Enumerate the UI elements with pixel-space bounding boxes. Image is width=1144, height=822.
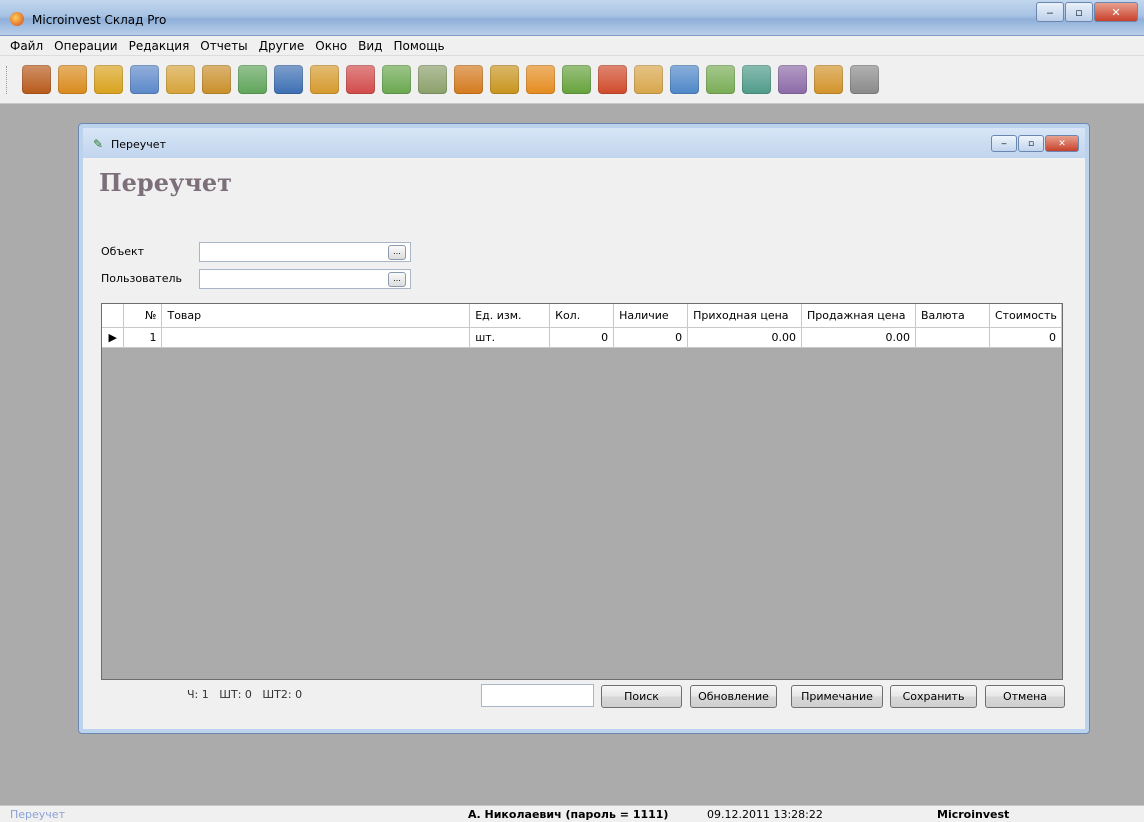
menu-reports[interactable]: Отчеты bbox=[200, 39, 247, 53]
scroll-icon[interactable] bbox=[418, 65, 447, 94]
child-maximize-button[interactable]: ▫ bbox=[1018, 135, 1044, 152]
close-button[interactable]: ✕ bbox=[1094, 2, 1138, 22]
box-in-icon[interactable] bbox=[94, 65, 123, 94]
minimize-button[interactable]: ‒ bbox=[1036, 2, 1064, 22]
menu-file[interactable]: Файл bbox=[10, 39, 43, 53]
package-icon[interactable] bbox=[310, 65, 339, 94]
cell-unit[interactable]: шт. bbox=[469, 327, 551, 348]
cell-cost[interactable]: 0 bbox=[989, 327, 1063, 348]
cancel-button[interactable]: Отмена bbox=[985, 685, 1065, 708]
settings-gear-icon[interactable] bbox=[850, 65, 879, 94]
maximize-button[interactable]: ▫ bbox=[1065, 2, 1093, 22]
cell-availability[interactable]: 0 bbox=[613, 327, 689, 348]
status-user: А. Николаевич (пароль = 1111) bbox=[468, 808, 669, 821]
cell-number[interactable]: 1 bbox=[123, 327, 163, 348]
menu-help[interactable]: Помощь bbox=[393, 39, 444, 53]
col-sale-price[interactable]: Продажная цена bbox=[801, 304, 916, 328]
production-star-icon[interactable] bbox=[130, 65, 159, 94]
window-broom-icon: ✎ bbox=[93, 137, 104, 151]
col-qty[interactable]: Кол. bbox=[549, 304, 615, 328]
note-button[interactable]: Примечание bbox=[791, 685, 883, 708]
object-input[interactable] bbox=[199, 242, 411, 262]
menu-bar: Файл Операции Редакция Отчеты Другие Окн… bbox=[0, 36, 1144, 56]
doc-edit-icon[interactable] bbox=[670, 65, 699, 94]
cell-sale-price[interactable]: 0.00 bbox=[801, 327, 916, 348]
cell-item[interactable] bbox=[161, 327, 471, 348]
col-unit[interactable]: Ед. изм. bbox=[469, 304, 551, 328]
doc-check-icon[interactable] bbox=[706, 65, 735, 94]
app-logo-icon bbox=[10, 12, 24, 26]
toolbar-grip[interactable] bbox=[6, 66, 9, 94]
app-title: Microinvest Склад Pro bbox=[32, 13, 167, 27]
keys-icon[interactable] bbox=[346, 65, 375, 94]
status-module: Переучет bbox=[10, 808, 65, 821]
app-title-bar: Microinvest Склад Pro ‒ ▫ ✕ bbox=[0, 0, 1144, 36]
inventory-window-titlebar[interactable]: ✎ Переучет ‒ ▫ ✕ bbox=[83, 128, 1085, 158]
cell-purchase-price[interactable]: 0.00 bbox=[687, 327, 803, 348]
child-close-button[interactable]: ✕ bbox=[1045, 135, 1079, 152]
menu-other[interactable]: Другие bbox=[259, 39, 305, 53]
user-label: Пользователь bbox=[101, 272, 183, 285]
doc-red-icon[interactable] bbox=[598, 65, 627, 94]
col-item[interactable]: Товар bbox=[161, 304, 471, 328]
cell-qty[interactable]: 0 bbox=[549, 327, 615, 348]
doc-green-icon[interactable] bbox=[562, 65, 591, 94]
user-icon[interactable] bbox=[274, 65, 303, 94]
search-input[interactable] bbox=[481, 684, 594, 707]
menu-edit[interactable]: Редакция bbox=[129, 39, 190, 53]
status-company: Microinvest bbox=[937, 808, 1010, 821]
col-purchase-price[interactable]: Приходная цена bbox=[687, 304, 803, 328]
cell-currency[interactable] bbox=[915, 327, 990, 348]
refresh-button[interactable]: Обновление bbox=[690, 685, 777, 708]
child-minimize-button[interactable]: ‒ bbox=[991, 135, 1017, 152]
inventory-grid: № Товар Ед. изм. Кол. Наличие Приходная … bbox=[101, 303, 1063, 680]
object-browse-button[interactable]: ... bbox=[388, 245, 406, 260]
status-bar: Переучет А. Николаевич (пароль = 1111) 0… bbox=[0, 805, 1144, 822]
row-current-marker-icon: ▶ bbox=[102, 327, 125, 348]
object-label: Объект bbox=[101, 245, 145, 258]
menu-view[interactable]: Вид bbox=[358, 39, 382, 53]
status-datetime: 09.12.2011 13:28:22 bbox=[707, 808, 823, 821]
box-out-icon[interactable] bbox=[58, 65, 87, 94]
table-row[interactable]: ▶ 1 шт. 0 0 0.00 0.00 0 bbox=[102, 327, 1063, 348]
exit-door-icon[interactable] bbox=[22, 65, 51, 94]
user-doc-icon[interactable] bbox=[814, 65, 843, 94]
envelope-icon[interactable] bbox=[238, 65, 267, 94]
col-number[interactable]: № bbox=[123, 304, 163, 328]
main-toolbar bbox=[0, 56, 1144, 104]
doc-mail-icon[interactable] bbox=[742, 65, 771, 94]
book-icon[interactable] bbox=[202, 65, 231, 94]
menu-window[interactable]: Окно bbox=[315, 39, 347, 53]
col-cost[interactable]: Стоимость bbox=[989, 304, 1063, 328]
totals-summary: Ч: 1 ШТ: 0 ШТ2: 0 bbox=[187, 688, 303, 701]
save-button[interactable]: Сохранить bbox=[890, 685, 977, 708]
page-title: Переучет bbox=[99, 168, 233, 197]
user-input[interactable] bbox=[199, 269, 411, 289]
clipboard-icon[interactable] bbox=[166, 65, 195, 94]
menu-operations[interactable]: Операции bbox=[54, 39, 117, 53]
row-header-corner bbox=[102, 304, 125, 328]
doc-stack-icon[interactable] bbox=[634, 65, 663, 94]
refresh-doc-icon[interactable] bbox=[382, 65, 411, 94]
grid-header-row: № Товар Ед. изм. Кол. Наличие Приходная … bbox=[102, 304, 1063, 328]
col-availability[interactable]: Наличие bbox=[613, 304, 689, 328]
inventory-window: ✎ Переучет ‒ ▫ ✕ Переучет Объект ... Пол… bbox=[78, 123, 1090, 734]
doc-box-icon[interactable] bbox=[454, 65, 483, 94]
report-icon[interactable] bbox=[778, 65, 807, 94]
search-button[interactable]: Поиск bbox=[601, 685, 682, 708]
doc-orange-icon[interactable] bbox=[526, 65, 555, 94]
col-currency[interactable]: Валюта bbox=[915, 304, 990, 328]
calendar-icon[interactable] bbox=[490, 65, 519, 94]
inventory-form: Переучет Объект ... Пользователь ... № Т… bbox=[87, 158, 1081, 725]
user-browse-button[interactable]: ... bbox=[388, 272, 406, 287]
inventory-window-title: Переучет bbox=[111, 138, 166, 151]
